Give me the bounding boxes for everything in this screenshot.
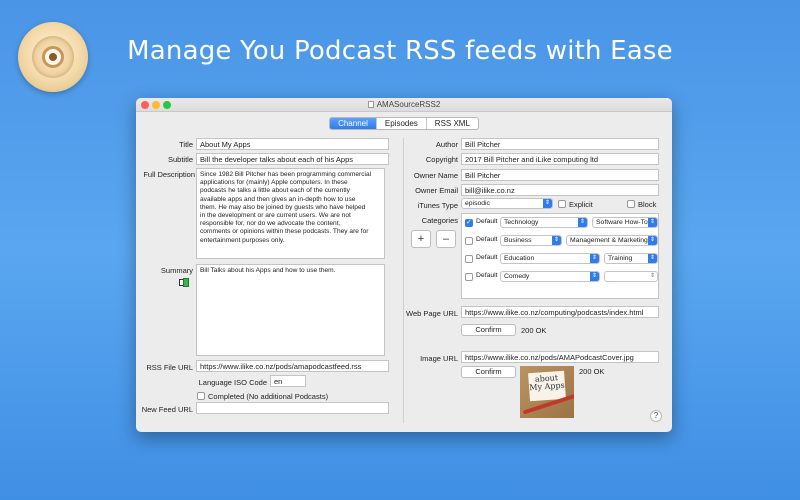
summary-textarea[interactable]: Bill Talks about his Apps and how to use…	[196, 264, 385, 356]
remove-category-button[interactable]: –	[436, 230, 456, 248]
category-main-popup[interactable]: Business ⇕	[500, 235, 562, 246]
window-title: AMASourceRSS2	[376, 100, 441, 109]
completed-label: Completed (No additional Podcasts)	[208, 392, 329, 401]
owner-email-label: Owner Email	[415, 186, 458, 195]
category-main-value: Technology	[504, 219, 539, 226]
popup-arrow-icon: ⇕	[648, 236, 657, 245]
tab-rss-xml[interactable]: RSS XML	[427, 118, 478, 129]
popup-arrow-icon: ⇕	[578, 218, 587, 227]
completed-checkbox[interactable]	[197, 392, 205, 400]
explicit-checkbox[interactable]	[558, 200, 566, 208]
categories-list: Default Technology⇕ Software How-To⇕ Def…	[461, 213, 659, 299]
copyright-label: Copyright	[425, 155, 458, 164]
close-window-button[interactable]	[141, 101, 149, 109]
category-default-label: Default	[476, 218, 498, 225]
language-label: Language ISO Code	[198, 378, 267, 387]
panel-divider	[403, 138, 404, 423]
popup-arrow-icon: ⇕	[648, 218, 657, 227]
owner-name-label: Owner Name	[413, 171, 458, 180]
zoom-window-button[interactable]	[163, 101, 171, 109]
explicit-label: Explicit	[569, 200, 593, 209]
category-default-checkbox[interactable]	[465, 255, 473, 263]
category-sub-value: Software How-To	[596, 219, 648, 226]
image-url-label: Image URL	[420, 354, 458, 363]
rss-url-field[interactable]: https://www.ilike.co.nz/pods/amapodcastf…	[196, 360, 389, 372]
copyright-field[interactable]: 2017 Bill Pitcher and iLike computing lt…	[461, 153, 659, 165]
description-textarea[interactable]: Since 1982 Bill Pitcher has been program…	[196, 168, 385, 259]
category-default-label: Default	[476, 254, 498, 261]
category-default-label: Default	[476, 272, 498, 279]
block-label: Block	[638, 200, 657, 209]
category-sub-popup[interactable]: Management & Marketing ⇕	[566, 235, 658, 246]
cover-card: about My Apps	[528, 370, 566, 402]
category-sub-popup[interactable]: Training ⇕	[604, 253, 658, 264]
category-sub-value: Management & Marketing	[570, 237, 648, 244]
category-main-popup[interactable]: Comedy ⇕	[500, 271, 600, 282]
popup-arrow-icon: ⇕	[648, 254, 657, 263]
confirm-web-page-button[interactable]: Confirm	[461, 324, 516, 336]
app-window: AMASourceRSS2 Channel Episodes RSS XML T…	[136, 98, 672, 432]
image-status: 200 OK	[579, 367, 605, 376]
rss-url-label: RSS File URL	[146, 363, 193, 372]
author-label: Author	[435, 140, 458, 149]
image-url-field[interactable]: https://www.ilike.co.nz/pods/AMAPodcastC…	[461, 351, 659, 363]
web-page-status: 200 OK	[521, 326, 547, 335]
block-checkbox[interactable]	[627, 200, 635, 208]
author-field[interactable]: Bill Pitcher	[461, 138, 659, 150]
subtitle-label: Subtitle	[167, 155, 193, 164]
category-sub-popup[interactable]: Software How-To ⇕	[592, 217, 658, 228]
marketing-headline: Manage You Podcast RSS feeds with Ease	[127, 36, 673, 66]
popup-arrow-icon: ⇕	[552, 236, 561, 245]
tab-episodes[interactable]: Episodes	[377, 118, 427, 129]
category-sub-popup[interactable]: ⇕	[604, 271, 658, 282]
itunes-type-value: episodic	[465, 200, 490, 207]
new-feed-field[interactable]	[196, 402, 389, 414]
subtitle-field[interactable]: Bill the developer talks about each of h…	[196, 153, 389, 165]
category-default-checkbox[interactable]	[465, 218, 473, 227]
tab-channel[interactable]: Channel	[330, 118, 377, 129]
confirm-image-button[interactable]: Confirm	[461, 366, 516, 378]
tab-bar: Channel Episodes RSS XML	[136, 113, 672, 130]
itunes-type-popup[interactable]: episodic ⇕	[461, 198, 553, 209]
category-default-checkbox[interactable]	[465, 237, 473, 245]
category-main-popup[interactable]: Education ⇕	[500, 253, 600, 264]
category-default-label: Default	[476, 236, 498, 243]
title-bar: AMASourceRSS2	[136, 98, 672, 112]
owner-email-field[interactable]: bill@ilike.co.nz	[461, 184, 659, 196]
categories-label: Categories	[421, 216, 458, 225]
language-field[interactable]: en	[270, 375, 306, 387]
owner-name-field[interactable]: Bill Pitcher	[461, 169, 659, 181]
popup-arrow-icon: ⇕	[543, 199, 552, 208]
copy-summary-icon[interactable]	[179, 278, 191, 288]
category-main-value: Education	[504, 255, 535, 262]
web-page-url-field[interactable]: https://www.ilike.co.nz/computing/podcas…	[461, 306, 659, 318]
minimize-window-button[interactable]	[152, 101, 160, 109]
popup-arrow-icon: ⇕	[590, 254, 599, 263]
category-main-value: Comedy	[504, 273, 530, 280]
category-sub-value: Training	[608, 255, 633, 262]
podcast-cover-image: about My Apps	[520, 366, 574, 418]
category-main-popup[interactable]: Technology ⇕	[500, 217, 588, 228]
title-field[interactable]: About My Apps	[196, 138, 389, 150]
new-feed-label: New Feed URL	[141, 405, 193, 414]
popup-arrow-icon: ⇕	[649, 273, 656, 279]
description-label: Full Description	[143, 170, 195, 179]
category-main-value: Business	[504, 237, 532, 244]
itunes-type-label: iTunes Type	[417, 201, 458, 210]
web-page-url-label: Web Page URL	[406, 309, 458, 318]
category-default-checkbox[interactable]	[465, 273, 473, 281]
summary-label: Summary	[160, 266, 193, 275]
document-icon	[367, 101, 374, 108]
title-label: Title	[179, 140, 193, 149]
add-category-button[interactable]: +	[411, 230, 431, 248]
help-button[interactable]: ?	[650, 410, 662, 422]
popup-arrow-icon: ⇕	[590, 272, 599, 281]
